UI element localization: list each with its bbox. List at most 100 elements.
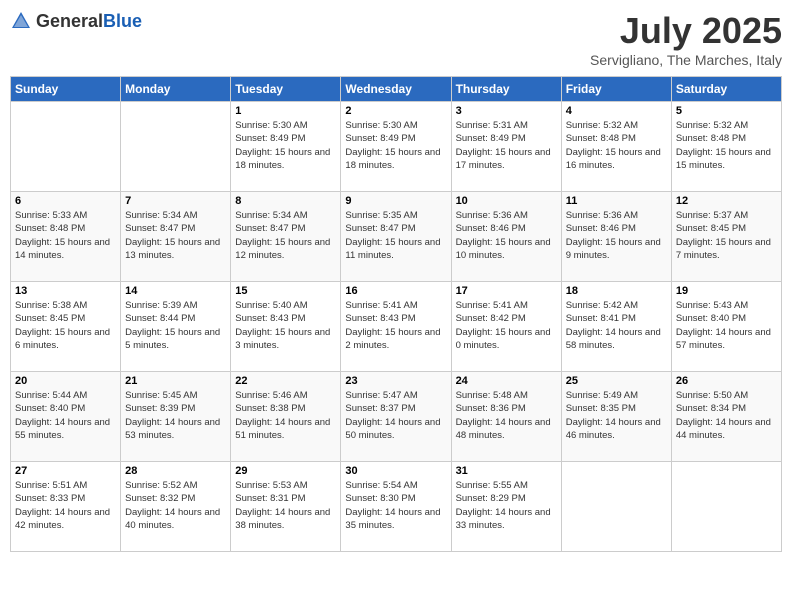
- day-number: 8: [235, 195, 336, 207]
- calendar-header-saturday: Saturday: [671, 77, 781, 102]
- calendar-cell: 14 Sunrise: 5:39 AM Sunset: 8:44 PM Dayli…: [121, 282, 231, 372]
- day-info: Sunrise: 5:33 AM Sunset: 8:48 PM Dayligh…: [15, 209, 116, 262]
- calendar-week-3: 13 Sunrise: 5:38 AM Sunset: 8:45 PM Dayli…: [11, 282, 782, 372]
- calendar-cell: 12Sunrise: 5:37 AM Sunset: 8:45 PM Dayli…: [671, 192, 781, 282]
- calendar-header-friday: Friday: [561, 77, 671, 102]
- day-number: 15: [235, 285, 336, 297]
- calendar-cell: 2 Sunrise: 5:30 AM Sunset: 8:49 PM Daylig…: [341, 102, 451, 192]
- day-info: Sunrise: 5:48 AM Sunset: 8:36 PM Dayligh…: [456, 389, 557, 442]
- calendar-header-row: SundayMondayTuesdayWednesdayThursdayFrid…: [11, 77, 782, 102]
- day-number: 22: [235, 375, 336, 387]
- calendar-header-wednesday: Wednesday: [341, 77, 451, 102]
- day-number: 13: [15, 285, 116, 297]
- day-number: 21: [125, 375, 226, 387]
- day-info: Sunrise: 5:55 AM Sunset: 8:29 PM Dayligh…: [456, 479, 557, 532]
- logo-blue: Blue: [103, 11, 142, 31]
- day-number: 16: [345, 285, 446, 297]
- logo: GeneralBlue: [10, 10, 142, 32]
- day-info: Sunrise: 5:32 AM Sunset: 8:48 PM Dayligh…: [676, 119, 777, 172]
- day-info: Sunrise: 5:50 AM Sunset: 8:34 PM Dayligh…: [676, 389, 777, 442]
- day-info: Sunrise: 5:40 AM Sunset: 8:43 PM Dayligh…: [235, 299, 336, 352]
- day-info: Sunrise: 5:35 AM Sunset: 8:47 PM Dayligh…: [345, 209, 446, 262]
- day-number: 19: [676, 285, 777, 297]
- day-number: 18: [566, 285, 667, 297]
- calendar-header-thursday: Thursday: [451, 77, 561, 102]
- calendar-cell: 8 Sunrise: 5:34 AM Sunset: 8:47 PM Daylig…: [231, 192, 341, 282]
- logo-icon: [10, 10, 32, 32]
- day-info: Sunrise: 5:34 AM Sunset: 8:47 PM Dayligh…: [235, 209, 336, 262]
- day-number: 7: [125, 195, 226, 207]
- day-number: 20: [15, 375, 116, 387]
- calendar-cell: 29Sunrise: 5:53 AM Sunset: 8:31 PM Dayli…: [231, 462, 341, 552]
- day-info: Sunrise: 5:53 AM Sunset: 8:31 PM Dayligh…: [235, 479, 336, 532]
- calendar-cell: 5 Sunrise: 5:32 AM Sunset: 8:48 PM Daylig…: [671, 102, 781, 192]
- calendar-cell: 22 Sunrise: 5:46 AM Sunset: 8:38 PM Dayli…: [231, 372, 341, 462]
- day-number: 26: [676, 375, 777, 387]
- calendar-header-sunday: Sunday: [11, 77, 121, 102]
- day-number: 24: [456, 375, 557, 387]
- day-info: Sunrise: 5:30 AM Sunset: 8:49 PM Dayligh…: [235, 119, 336, 172]
- calendar-cell: 11 Sunrise: 5:36 AM Sunset: 8:46 PM Dayli…: [561, 192, 671, 282]
- calendar-cell: 31 Sunrise: 5:55 AM Sunset: 8:29 PM Dayli…: [451, 462, 561, 552]
- day-info: Sunrise: 5:34 AM Sunset: 8:47 PM Dayligh…: [125, 209, 226, 262]
- day-info: Sunrise: 5:46 AM Sunset: 8:38 PM Dayligh…: [235, 389, 336, 442]
- calendar-cell: 3Sunrise: 5:31 AM Sunset: 8:49 PM Daylig…: [451, 102, 561, 192]
- calendar-cell: [561, 462, 671, 552]
- calendar-header-monday: Monday: [121, 77, 231, 102]
- calendar-cell: 17Sunrise: 5:41 AM Sunset: 8:42 PM Dayli…: [451, 282, 561, 372]
- calendar-week-1: 1Sunrise: 5:30 AM Sunset: 8:49 PM Daylig…: [11, 102, 782, 192]
- calendar-cell: 13 Sunrise: 5:38 AM Sunset: 8:45 PM Dayli…: [11, 282, 121, 372]
- day-info: Sunrise: 5:52 AM Sunset: 8:32 PM Dayligh…: [125, 479, 226, 532]
- calendar-cell: 7 Sunrise: 5:34 AM Sunset: 8:47 PM Daylig…: [121, 192, 231, 282]
- day-info: Sunrise: 5:37 AM Sunset: 8:45 PM Dayligh…: [676, 209, 777, 262]
- calendar-cell: 27Sunrise: 5:51 AM Sunset: 8:33 PM Dayli…: [11, 462, 121, 552]
- calendar-cell: [671, 462, 781, 552]
- day-number: 17: [456, 285, 557, 297]
- calendar-cell: 18 Sunrise: 5:42 AM Sunset: 8:41 PM Dayli…: [561, 282, 671, 372]
- day-number: 5: [676, 105, 777, 117]
- day-number: 28: [125, 465, 226, 477]
- calendar-cell: 16 Sunrise: 5:41 AM Sunset: 8:43 PM Dayli…: [341, 282, 451, 372]
- day-info: Sunrise: 5:49 AM Sunset: 8:35 PM Dayligh…: [566, 389, 667, 442]
- day-number: 23: [345, 375, 446, 387]
- calendar-week-2: 6 Sunrise: 5:33 AM Sunset: 8:48 PM Daylig…: [11, 192, 782, 282]
- day-info: Sunrise: 5:36 AM Sunset: 8:46 PM Dayligh…: [566, 209, 667, 262]
- calendar-cell: 1Sunrise: 5:30 AM Sunset: 8:49 PM Daylig…: [231, 102, 341, 192]
- calendar-cell: 21 Sunrise: 5:45 AM Sunset: 8:39 PM Dayli…: [121, 372, 231, 462]
- calendar-cell: 19Sunrise: 5:43 AM Sunset: 8:40 PM Dayli…: [671, 282, 781, 372]
- day-number: 27: [15, 465, 116, 477]
- day-info: Sunrise: 5:41 AM Sunset: 8:43 PM Dayligh…: [345, 299, 446, 352]
- day-info: Sunrise: 5:38 AM Sunset: 8:45 PM Dayligh…: [15, 299, 116, 352]
- calendar-cell: 24 Sunrise: 5:48 AM Sunset: 8:36 PM Dayli…: [451, 372, 561, 462]
- day-info: Sunrise: 5:39 AM Sunset: 8:44 PM Dayligh…: [125, 299, 226, 352]
- day-number: 25: [566, 375, 667, 387]
- day-info: Sunrise: 5:31 AM Sunset: 8:49 PM Dayligh…: [456, 119, 557, 172]
- calendar-header-tuesday: Tuesday: [231, 77, 341, 102]
- day-info: Sunrise: 5:36 AM Sunset: 8:46 PM Dayligh…: [456, 209, 557, 262]
- day-number: 11: [566, 195, 667, 207]
- calendar-cell: 20 Sunrise: 5:44 AM Sunset: 8:40 PM Dayli…: [11, 372, 121, 462]
- day-number: 9: [345, 195, 446, 207]
- calendar-cell: 30Sunrise: 5:54 AM Sunset: 8:30 PM Dayli…: [341, 462, 451, 552]
- day-number: 6: [15, 195, 116, 207]
- day-number: 2: [345, 105, 446, 117]
- day-info: Sunrise: 5:30 AM Sunset: 8:49 PM Dayligh…: [345, 119, 446, 172]
- calendar-cell: 9 Sunrise: 5:35 AM Sunset: 8:47 PM Daylig…: [341, 192, 451, 282]
- day-info: Sunrise: 5:45 AM Sunset: 8:39 PM Dayligh…: [125, 389, 226, 442]
- calendar-cell: 26 Sunrise: 5:50 AM Sunset: 8:34 PM Dayli…: [671, 372, 781, 462]
- calendar-cell: [11, 102, 121, 192]
- day-number: 10: [456, 195, 557, 207]
- calendar-week-4: 20 Sunrise: 5:44 AM Sunset: 8:40 PM Dayli…: [11, 372, 782, 462]
- day-info: Sunrise: 5:44 AM Sunset: 8:40 PM Dayligh…: [15, 389, 116, 442]
- calendar-cell: 15 Sunrise: 5:40 AM Sunset: 8:43 PM Dayli…: [231, 282, 341, 372]
- day-number: 31: [456, 465, 557, 477]
- logo-general: General: [36, 11, 103, 31]
- page-header: GeneralBlue July 2025 Servigliano, The M…: [10, 10, 782, 68]
- day-number: 4: [566, 105, 667, 117]
- day-number: 30: [345, 465, 446, 477]
- day-number: 14: [125, 285, 226, 297]
- day-info: Sunrise: 5:32 AM Sunset: 8:48 PM Dayligh…: [566, 119, 667, 172]
- day-info: Sunrise: 5:47 AM Sunset: 8:37 PM Dayligh…: [345, 389, 446, 442]
- location-subtitle: Servigliano, The Marches, Italy: [590, 52, 782, 68]
- day-info: Sunrise: 5:42 AM Sunset: 8:41 PM Dayligh…: [566, 299, 667, 352]
